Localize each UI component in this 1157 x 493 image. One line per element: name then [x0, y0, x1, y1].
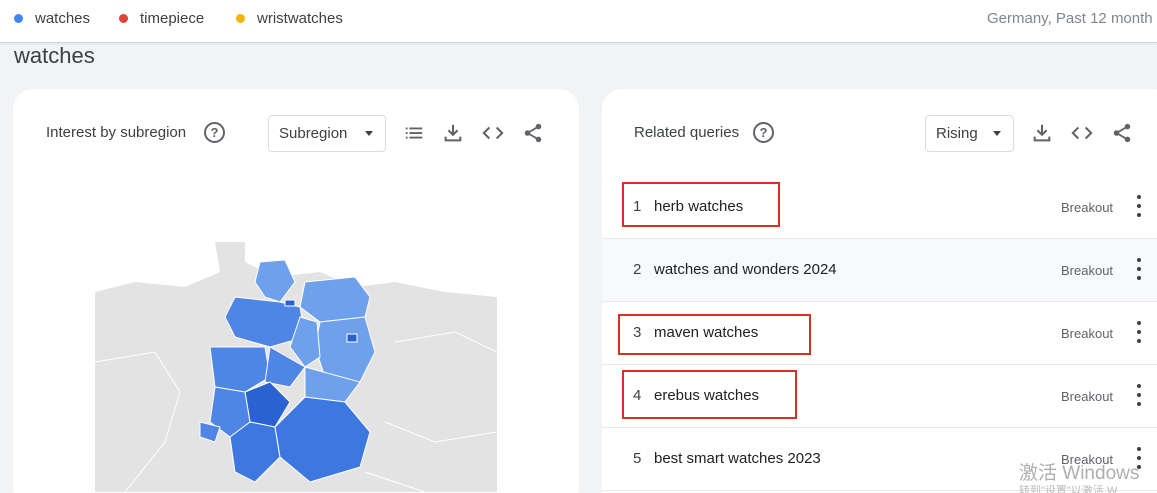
query-rank: 2 [633, 261, 642, 278]
more-vert-icon[interactable] [1134, 258, 1144, 280]
windows-activation-watermark: 激活 Windows [1019, 463, 1140, 484]
germany-subregion-map[interactable] [94, 242, 498, 493]
query-rank: 5 [633, 450, 642, 467]
term-label: watches [35, 10, 91, 27]
query-value: Breakout [1061, 326, 1114, 341]
caret-down-icon [365, 131, 373, 136]
subregion-dropdown[interactable]: Subregion [268, 115, 386, 152]
more-vert-icon[interactable] [1134, 195, 1144, 217]
term-label: timepiece [140, 10, 205, 27]
query-text[interactable]: best smart watches 2023 [654, 450, 821, 467]
embed-icon[interactable] [481, 121, 505, 145]
hamburg[interactable] [284, 299, 296, 307]
embed-icon[interactable] [1070, 121, 1094, 145]
region-period-filter[interactable]: Germany, Past 12 month [987, 10, 1153, 27]
query-value: Breakout [1061, 200, 1114, 215]
rising-top-dropdown[interactable]: Rising [925, 115, 1014, 152]
dropdown-value: Subregion [279, 125, 348, 142]
help-icon[interactable]: ? [204, 122, 225, 143]
caret-down-icon [993, 131, 1001, 136]
term-chip-wristwatches[interactable]: wristwatches [236, 10, 343, 27]
annotation-box [622, 370, 797, 419]
comparison-bar: watches timepiece wristwatches Germany, … [0, 0, 1157, 43]
query-value: Breakout [1061, 389, 1114, 404]
color-dot-icon [119, 14, 128, 23]
mecklenburg-vorpommern[interactable] [299, 276, 371, 323]
annotation-box [622, 182, 780, 227]
list-icon[interactable] [402, 121, 426, 145]
share-icon[interactable] [1110, 121, 1134, 145]
download-icon[interactable] [441, 121, 465, 145]
windows-activation-subtext: 转到"设置"以激活 W [1019, 485, 1118, 493]
query-row[interactable]: 2 watches and wonders 2024 Breakout [602, 239, 1157, 302]
page-title: watches [14, 43, 95, 68]
dropdown-value: Rising [936, 125, 978, 142]
query-text[interactable]: watches and wonders 2024 [654, 261, 837, 278]
color-dot-icon [236, 14, 245, 23]
related-queries-card: Related queries ? Rising 1 herb watches … [602, 89, 1157, 493]
term-label: wristwatches [257, 10, 343, 27]
share-icon[interactable] [521, 121, 545, 145]
more-vert-icon[interactable] [1134, 384, 1144, 406]
berlin[interactable] [346, 333, 358, 343]
map-svg [94, 242, 498, 493]
more-vert-icon[interactable] [1134, 321, 1144, 343]
interest-by-subregion-card: Interest by subregion ? Subregion [13, 89, 579, 493]
color-dot-icon [14, 14, 23, 23]
card-title: Interest by subregion [46, 124, 187, 141]
card-title: Related queries [634, 124, 740, 141]
query-value: Breakout [1061, 263, 1114, 278]
term-chip-watches[interactable]: watches [14, 10, 90, 27]
download-icon[interactable] [1030, 121, 1054, 145]
term-chip-timepiece[interactable]: timepiece [119, 10, 204, 27]
annotation-box [618, 314, 811, 355]
help-icon[interactable]: ? [753, 122, 774, 143]
